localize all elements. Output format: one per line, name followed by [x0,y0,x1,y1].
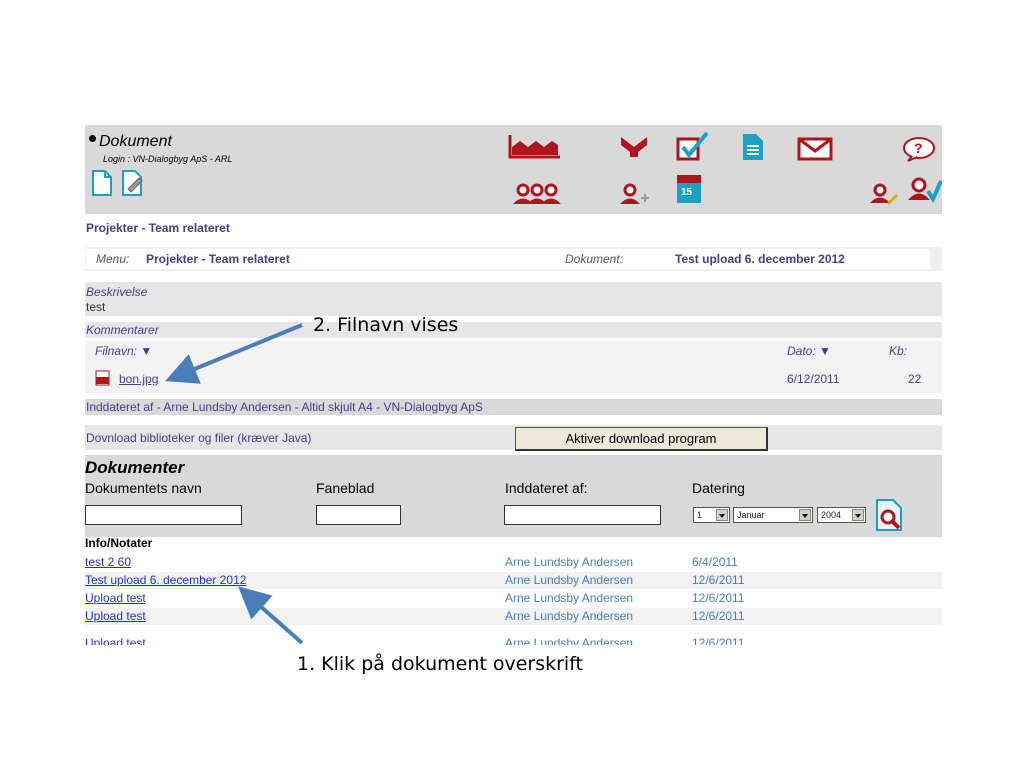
arrow-to-document-title [238,586,304,645]
annotation-arrows [165,323,304,645]
arrow-to-filename [165,323,303,384]
